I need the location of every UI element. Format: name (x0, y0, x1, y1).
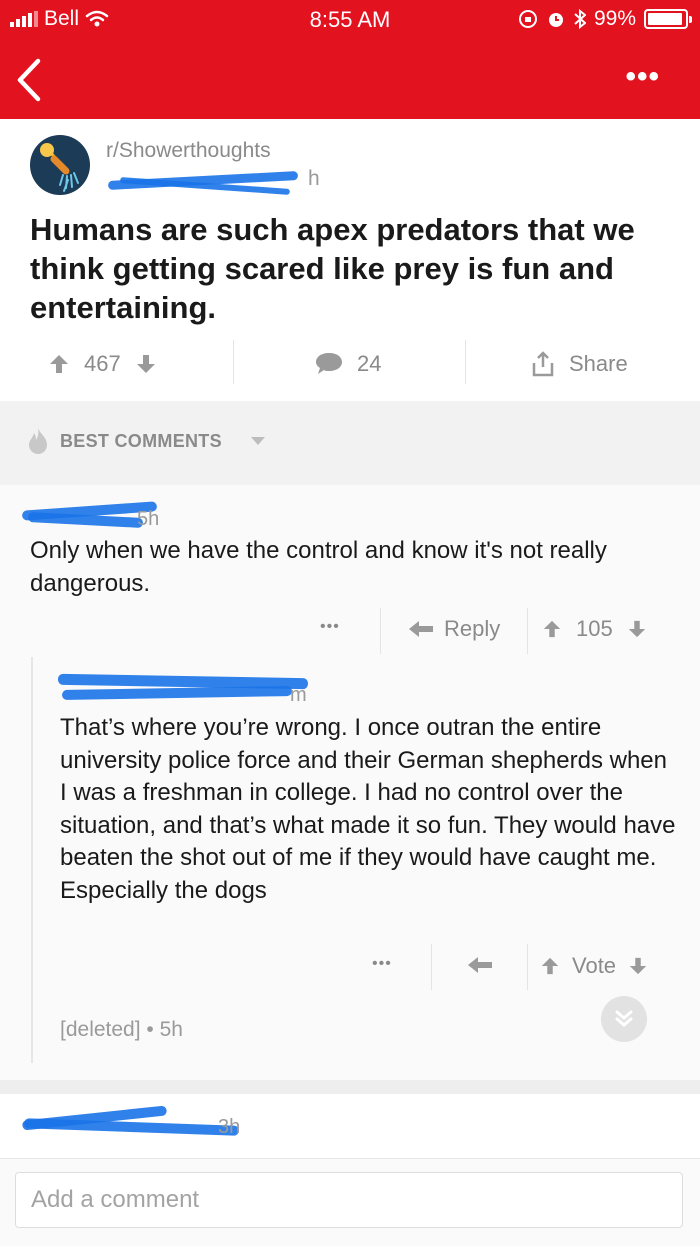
downvote-icon[interactable] (135, 353, 157, 375)
reply-arrow-icon (468, 957, 492, 973)
thread-line (31, 657, 33, 1063)
divider (431, 944, 432, 990)
comments-button[interactable]: 24 (315, 340, 381, 388)
back-button[interactable] (10, 55, 50, 105)
rotation-lock-icon (518, 10, 537, 28)
subreddit-avatar[interactable] (30, 135, 90, 195)
deleted-author: [deleted] (60, 1018, 141, 1041)
share-button[interactable]: Share (531, 340, 628, 388)
top-bar: Bell 8:55 AM 99% ••• (0, 0, 700, 119)
comment-age: 3h (218, 1116, 241, 1138)
more-options-button[interactable]: ••• (625, 62, 660, 92)
battery-percent: 99% (593, 7, 636, 30)
comments-count: 24 (357, 351, 382, 376)
upvote-icon[interactable] (48, 353, 70, 375)
comment-body: Only when we have the control and know i… (30, 537, 607, 597)
post-title[interactable]: Humans are such apex predators that we t… (30, 210, 670, 327)
downvote-icon[interactable] (628, 956, 648, 976)
reply-button[interactable] (467, 955, 493, 975)
upvote-icon[interactable] (540, 956, 560, 976)
expand-thread-button[interactable] (601, 996, 647, 1042)
chevron-down-icon[interactable] (249, 435, 267, 447)
alarm-icon (548, 13, 563, 27)
status-right: 99% (518, 7, 692, 31)
share-icon (532, 351, 554, 377)
reply-label: Reply (444, 616, 501, 641)
flame-icon (29, 428, 47, 454)
deleted-comment-meta: [deleted] • 5h (60, 1018, 183, 1042)
comment-vote-group: Vote (540, 953, 648, 979)
reply-arrow-icon (409, 621, 433, 637)
status-bar: Bell 8:55 AM 99% (0, 0, 700, 38)
battery-icon (644, 9, 692, 29)
divider (465, 340, 466, 384)
comment-body: That’s where you’re wrong. I once outran… (60, 714, 676, 904)
upvote-icon[interactable] (542, 619, 562, 639)
divider (527, 944, 528, 990)
subreddit-name[interactable]: r/Showerthoughts (106, 139, 271, 163)
meta-separator: • (146, 1018, 154, 1041)
comment-bubble-icon (316, 353, 342, 374)
divider (380, 608, 381, 654)
bluetooth-icon (574, 9, 586, 29)
divider (527, 608, 528, 654)
post-age: h (308, 167, 320, 190)
comment-more-button[interactable]: ••• (320, 618, 340, 636)
comment-separator (0, 1080, 700, 1094)
comment-age: m (290, 684, 307, 706)
vote-label: Vote (572, 953, 617, 978)
comment-age: 5h (137, 508, 160, 530)
post-actions: 467 24 Share (0, 340, 700, 388)
divider (233, 340, 234, 384)
add-comment-input[interactable] (15, 1172, 683, 1228)
vote-group: 467 (48, 340, 157, 388)
deleted-age: 5h (159, 1018, 183, 1041)
downvote-icon[interactable] (627, 619, 647, 639)
double-chevron-down-icon (615, 1010, 633, 1027)
comment-score: 105 (576, 616, 613, 641)
comment-vote-group: 105 (542, 616, 647, 642)
share-label: Share (569, 351, 628, 376)
lightbulb-icon (40, 143, 79, 192)
post-score: 467 (84, 351, 121, 376)
comment-more-button[interactable]: ••• (372, 955, 392, 973)
sort-label[interactable]: BEST COMMENTS (60, 431, 222, 452)
reply-button[interactable]: Reply (408, 616, 500, 642)
